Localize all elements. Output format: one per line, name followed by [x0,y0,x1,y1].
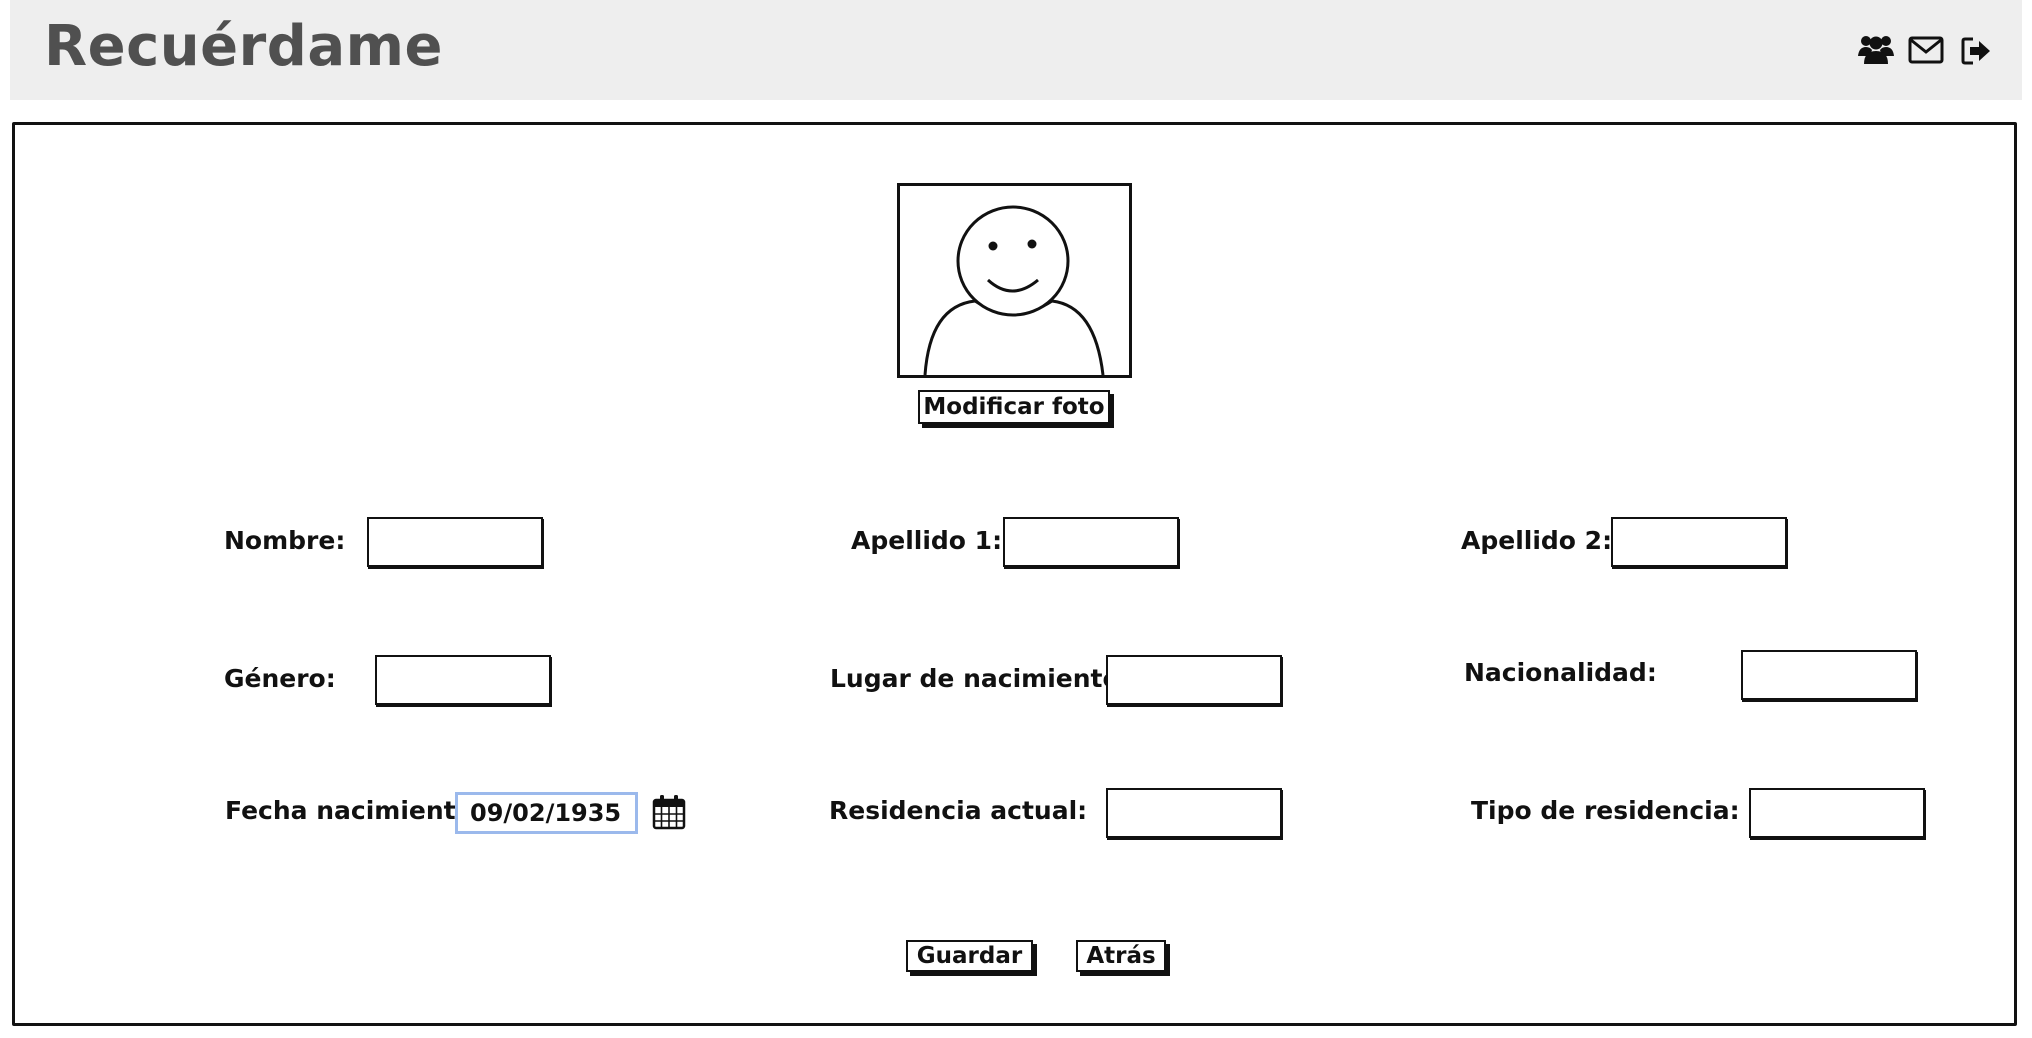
apellido1-input[interactable] [1003,517,1179,567]
modify-photo-button[interactable]: Modificar foto [918,390,1110,424]
lugar-nacimiento-input[interactable] [1106,655,1282,705]
apellido1-label: Apellido 1: [851,526,1003,555]
nacionalidad-input[interactable] [1741,650,1917,700]
app-title: Recuérdame [44,14,443,79]
back-button[interactable]: Atrás [1076,940,1166,972]
envelope-icon[interactable] [1908,36,1944,68]
calendar-icon[interactable] [652,794,686,834]
apellido2-label: Apellido 2: [1461,526,1613,555]
fecha-nacimiento-label: Fecha nacimiento: [225,796,483,825]
residencia-actual-label: Residencia actual: [829,796,1088,825]
apellido2-input[interactable] [1611,517,1787,567]
genero-label: Género: [224,664,336,693]
residencia-actual-input[interactable] [1106,788,1282,838]
fecha-nacimiento-input[interactable] [455,792,638,834]
profile-photo-placeholder [897,183,1132,378]
app-header: Recuérdame [10,0,2022,100]
save-button[interactable]: Guardar [906,940,1033,972]
users-icon[interactable] [1858,32,1894,70]
lugar-nacimiento-label: Lugar de nacimiento: [830,664,1130,693]
nombre-label: Nombre: [224,526,346,555]
page: Recuérdame Modificar foto Nombre: Apelli… [0,0,2032,1038]
nombre-input[interactable] [367,517,543,567]
nacionalidad-label: Nacionalidad: [1464,658,1657,687]
sign-out-icon[interactable] [1960,36,1992,70]
genero-input[interactable] [375,655,551,705]
tipo-residencia-label: Tipo de residencia: [1471,796,1740,825]
tipo-residencia-input[interactable] [1749,788,1925,838]
